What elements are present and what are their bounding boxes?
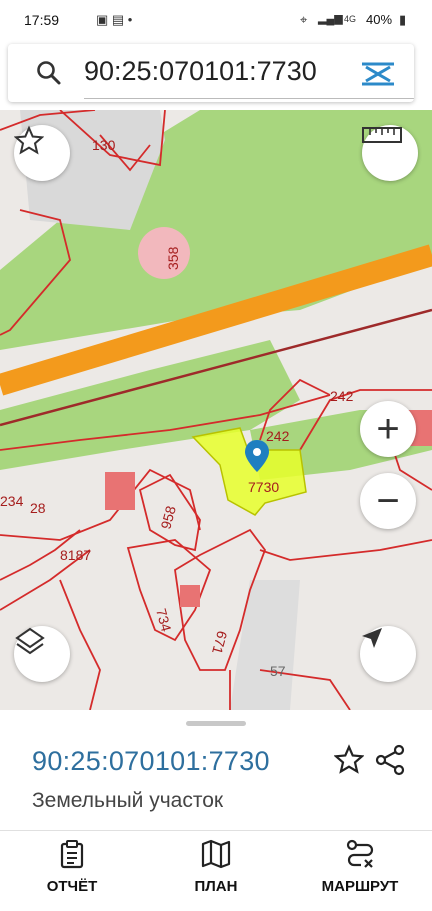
layers-icon <box>15 627 45 655</box>
building-block <box>180 585 200 607</box>
tab-route-label: МАРШРУТ <box>321 878 399 895</box>
favorite-map-button[interactable] <box>14 125 70 181</box>
search-icon[interactable] <box>36 60 62 91</box>
location-status-icon: ⌖ <box>300 12 308 27</box>
search-input[interactable]: 90:25:070101:7730 <box>84 56 354 88</box>
map-label: 57 <box>270 663 286 679</box>
map-icon <box>201 839 231 869</box>
status-bar: 17:59 ▣ ▤ • ⌖ ▂▄▆ 4G 40% ▮ <box>0 0 432 40</box>
map-label: 242 <box>266 428 290 444</box>
star-icon[interactable] <box>333 744 365 779</box>
map-label: 734 <box>153 607 175 634</box>
status-time: 17:59 <box>24 12 60 28</box>
map-view[interactable]: 130 358 242 242 234 28 958 8187 734 671 … <box>0 110 432 710</box>
layers-button[interactable] <box>14 626 70 682</box>
map-label: 130 <box>92 137 116 153</box>
building-block <box>105 472 135 510</box>
tab-route[interactable]: МАРШРУТ <box>300 839 420 895</box>
locate-button[interactable] <box>360 626 416 682</box>
signal-icon: ▂▄▆ <box>318 13 343 25</box>
star-icon <box>14 125 44 155</box>
search-underline <box>84 98 414 99</box>
close-icon[interactable] <box>360 62 396 91</box>
object-type: Земельный участок <box>32 789 224 812</box>
notification-icon: ▣ ▤ • <box>96 12 133 27</box>
route-icon <box>346 839 374 868</box>
share-icon[interactable] <box>374 744 406 781</box>
zoom-in-button[interactable]: + <box>360 401 416 457</box>
map-label: 958 <box>157 504 179 531</box>
navigation-icon <box>362 628 382 648</box>
cadastral-number: 90:25:070101:7730 <box>32 746 270 776</box>
drag-handle[interactable] <box>186 721 246 726</box>
map-label: 671 <box>209 629 231 656</box>
map-label: 358 <box>165 246 181 270</box>
minus-icon: − <box>376 479 400 523</box>
battery-icon: ▮ <box>399 12 407 27</box>
network-type: 4G <box>344 14 357 24</box>
map-label: 234 <box>0 493 24 509</box>
map-label: 242 <box>330 388 354 404</box>
measure-button[interactable] <box>362 125 418 181</box>
bottom-nav: ОТЧЁТ ПЛАН МАРШРУТ <box>0 830 432 911</box>
object-info-sheet[interactable]: 90:25:070101:7730 Земельный участок <box>0 710 432 830</box>
report-icon <box>60 840 84 869</box>
map-marker-circle <box>138 227 190 279</box>
selected-parcel-label: 7730 <box>248 479 279 495</box>
tab-report[interactable]: ОТЧЁТ <box>12 839 132 895</box>
building-area <box>230 580 300 710</box>
plus-icon: + <box>376 407 400 451</box>
map-label: 8187 <box>60 547 91 563</box>
zoom-out-button[interactable]: − <box>360 473 416 529</box>
tab-plan[interactable]: ПЛАН <box>156 839 276 895</box>
map-label: 28 <box>30 500 46 516</box>
ruler-icon <box>362 127 402 143</box>
tab-plan-label: ПЛАН <box>194 878 238 895</box>
battery-level: 40% <box>366 12 393 27</box>
tab-report-label: ОТЧЁТ <box>46 878 98 895</box>
search-bar: 90:25:070101:7730 <box>8 44 414 102</box>
